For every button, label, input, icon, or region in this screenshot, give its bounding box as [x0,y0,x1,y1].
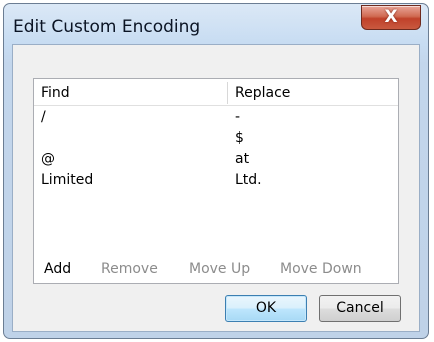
remove-link[interactable]: Remove [101,261,158,277]
move-up-link[interactable]: Move Up [189,261,250,277]
cancel-button[interactable]: Cancel [319,295,401,322]
title-bar[interactable]: Edit Custom Encoding X [4,4,428,44]
replace-cell[interactable]: - [235,109,240,125]
table-body: / - $ @ at Limited Ltd. [34,107,398,191]
table-row[interactable]: Limited Ltd. [34,170,398,191]
table-actions: Add Remove Move Up Move Down [34,256,398,284]
table-row[interactable]: $ [34,128,398,149]
add-link[interactable]: Add [44,261,71,277]
column-header-find[interactable]: Find [41,85,70,101]
column-header-replace[interactable]: Replace [235,85,290,101]
column-divider[interactable] [227,82,228,104]
edit-custom-encoding-dialog: Edit Custom Encoding X Find Replace / - … [3,3,429,339]
ok-button[interactable]: OK [225,295,307,322]
close-button[interactable]: X [361,5,421,30]
encoding-table-panel: Find Replace / - $ @ at Limited Ltd. Add… [33,78,399,284]
dialog-title: Edit Custom Encoding [13,17,201,37]
dialog-body: Find Replace / - $ @ at Limited Ltd. Add… [12,44,420,332]
table-row[interactable]: @ at [34,149,398,170]
find-cell[interactable]: @ [41,151,55,167]
table-row[interactable]: / - [34,107,398,128]
table-header: Find Replace [34,79,398,106]
replace-cell[interactable]: $ [235,130,244,146]
move-down-link[interactable]: Move Down [280,261,362,277]
find-cell[interactable]: Limited [41,172,93,188]
replace-cell[interactable]: at [235,151,249,167]
close-icon: X [384,7,398,27]
find-cell[interactable]: / [41,109,46,125]
replace-cell[interactable]: Ltd. [235,172,262,188]
